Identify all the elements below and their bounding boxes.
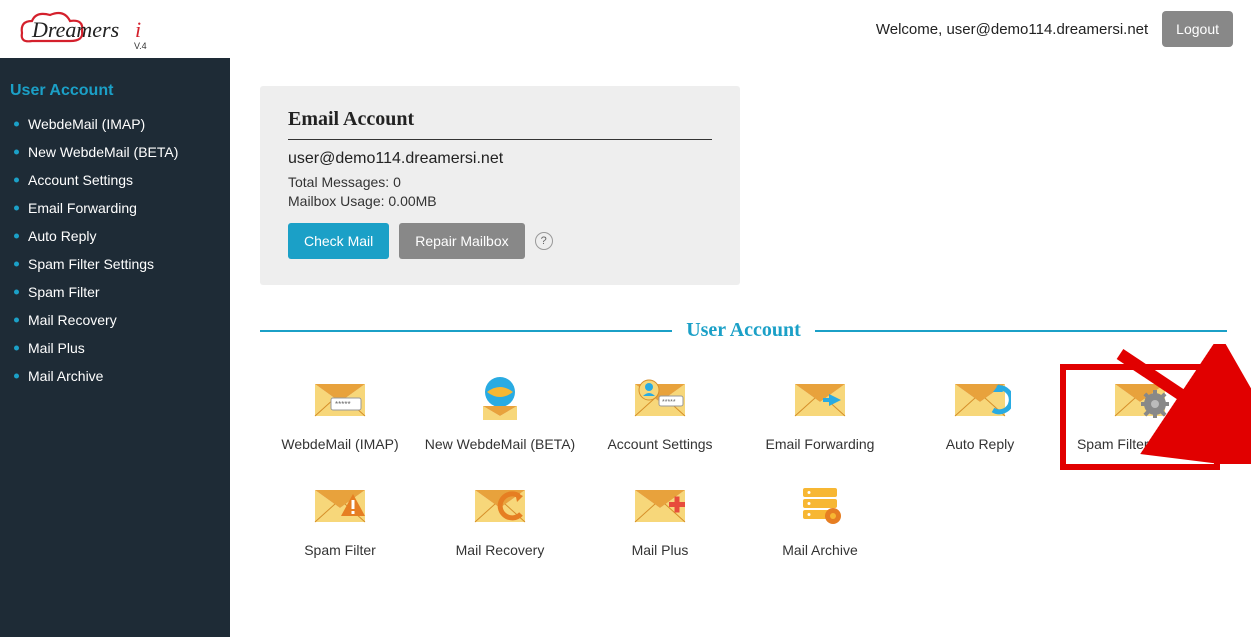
section-title: User Account xyxy=(672,319,815,342)
card-title: Email Account xyxy=(288,108,712,140)
header-right: Welcome, user@demo114.dreamersi.net Logo… xyxy=(876,11,1233,47)
help-icon[interactable]: ? xyxy=(535,232,553,250)
tile-label: Spam Filter Settings xyxy=(1077,436,1203,452)
svg-text:*****: ***** xyxy=(662,399,676,406)
envelope-password-icon: ***** xyxy=(309,370,371,426)
envelope-globe-icon xyxy=(469,370,531,426)
tile-label: Spam Filter xyxy=(304,542,376,558)
check-mail-button[interactable]: Check Mail xyxy=(288,223,389,259)
svg-text:*****: ***** xyxy=(335,400,351,409)
sidebar-item-webdemail[interactable]: WebdeMail (IMAP) xyxy=(0,110,230,138)
tile-label: Auto Reply xyxy=(946,436,1014,452)
envelope-gear-icon xyxy=(1109,370,1171,426)
tile-label: Mail Recovery xyxy=(456,542,545,558)
header: Dreamers i V.4 Welcome, user@demo114.dre… xyxy=(0,0,1251,58)
logout-button[interactable]: Logout xyxy=(1162,11,1233,47)
tile-label: New WebdeMail (BETA) xyxy=(425,436,575,452)
repair-mailbox-button[interactable]: Repair Mailbox xyxy=(399,223,524,259)
svg-text:V.4: V.4 xyxy=(134,41,147,51)
tile-label: Email Forwarding xyxy=(766,436,875,452)
sidebar: User Account WebdeMail (IMAP) New WebdeM… xyxy=(0,58,230,637)
envelope-user-icon: ***** xyxy=(629,370,691,426)
welcome-text: Welcome, user@demo114.dreamersi.net xyxy=(876,21,1148,38)
tile-label: WebdeMail (IMAP) xyxy=(281,436,398,452)
svg-text:Dreamers: Dreamers xyxy=(31,17,119,42)
tile-spam-filter[interactable]: Spam Filter xyxy=(260,470,420,576)
tile-mail-archive[interactable]: Mail Archive xyxy=(740,470,900,576)
tile-spam-filter-settings[interactable]: Spam Filter Settings xyxy=(1060,364,1220,470)
logo: Dreamers i V.4 xyxy=(14,7,172,51)
svg-text:i: i xyxy=(135,17,141,42)
tile-mail-plus[interactable]: Mail Plus xyxy=(580,470,740,576)
envelope-forward-icon xyxy=(789,370,851,426)
sidebar-item-auto-reply[interactable]: Auto Reply xyxy=(0,222,230,250)
envelope-warning-icon xyxy=(309,476,371,532)
sidebar-item-mail-archive[interactable]: Mail Archive xyxy=(0,362,230,390)
sidebar-item-email-forwarding[interactable]: Email Forwarding xyxy=(0,194,230,222)
tile-new-webdemail-beta[interactable]: New WebdeMail (BETA) xyxy=(420,364,580,470)
sidebar-item-mail-recovery[interactable]: Mail Recovery xyxy=(0,306,230,334)
sidebar-item-new-webdemail[interactable]: New WebdeMail (BETA) xyxy=(0,138,230,166)
tile-email-forwarding[interactable]: Email Forwarding xyxy=(740,364,900,470)
tile-label: Mail Plus xyxy=(632,542,689,558)
sidebar-item-spam-filter-settings[interactable]: Spam Filter Settings xyxy=(0,250,230,278)
envelope-undo-icon xyxy=(469,476,531,532)
server-gear-icon xyxy=(789,476,851,532)
envelope-plus-icon xyxy=(629,476,691,532)
envelope-reply-icon xyxy=(949,370,1011,426)
sidebar-list: WebdeMail (IMAP) New WebdeMail (BETA) Ac… xyxy=(0,110,230,390)
sidebar-item-account-settings[interactable]: Account Settings xyxy=(0,166,230,194)
sidebar-item-spam-filter[interactable]: Spam Filter xyxy=(0,278,230,306)
section-divider: User Account xyxy=(260,319,1227,342)
sidebar-title: User Account xyxy=(0,78,230,110)
tile-label: Mail Archive xyxy=(782,542,857,558)
tile-account-settings[interactable]: ***** Account Settings xyxy=(580,364,740,470)
email-account-card: Email Account user@demo114.dreamersi.net… xyxy=(260,86,740,285)
tile-webdemail-imap[interactable]: ***** WebdeMail (IMAP) xyxy=(260,364,420,470)
tile-label: Account Settings xyxy=(607,436,712,452)
mailbox-usage: Mailbox Usage: 0.00MB xyxy=(288,193,712,209)
tiles-grid: ***** WebdeMail (IMAP) New WebdeMail (BET… xyxy=(260,364,1227,576)
tile-auto-reply[interactable]: Auto Reply xyxy=(900,364,1060,470)
main-content: Email Account user@demo114.dreamersi.net… xyxy=(230,58,1251,637)
tile-mail-recovery[interactable]: Mail Recovery xyxy=(420,470,580,576)
total-messages: Total Messages: 0 xyxy=(288,174,712,190)
sidebar-item-mail-plus[interactable]: Mail Plus xyxy=(0,334,230,362)
card-email: user@demo114.dreamersi.net xyxy=(288,150,712,168)
